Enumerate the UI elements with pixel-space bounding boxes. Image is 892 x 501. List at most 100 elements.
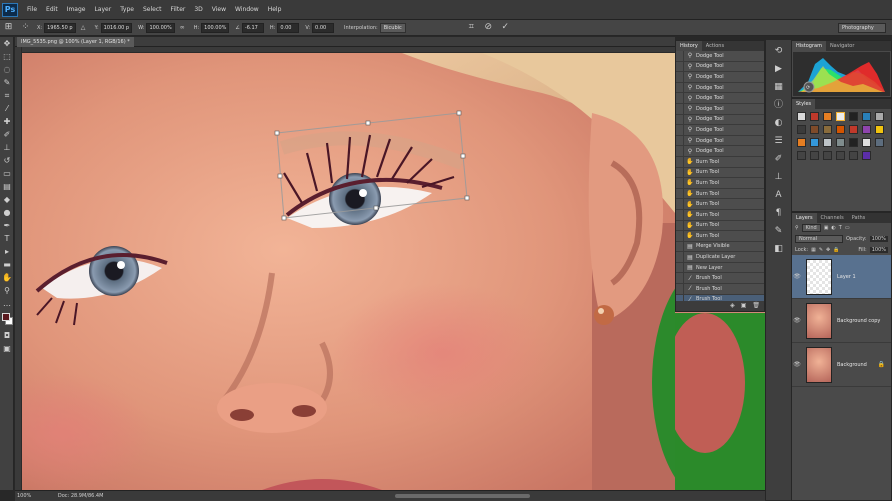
style-swatch[interactable] <box>797 151 806 160</box>
style-swatch[interactable] <box>822 138 832 147</box>
history-item[interactable]: ⚲ Dodge Tool <box>676 71 764 83</box>
style-swatch[interactable] <box>848 125 858 134</box>
trash-icon[interactable]: 🗑 <box>752 301 760 311</box>
filter-shape-icon[interactable]: ▭ <box>845 225 850 231</box>
menu-type[interactable]: Type <box>120 6 134 13</box>
style-swatch[interactable] <box>848 151 858 160</box>
style-swatch[interactable] <box>809 151 819 160</box>
tool-preset-icon[interactable]: ⊞ <box>3 22 14 33</box>
quick-select-tool-icon[interactable]: ✎ <box>1 77 13 89</box>
paragraph-icon[interactable]: ¶ <box>771 206 787 220</box>
opacity-field[interactable]: 100% <box>869 235 888 242</box>
history-source-checkbox[interactable] <box>676 283 684 294</box>
lock-paint-icon[interactable]: ✎ <box>819 247 823 253</box>
dodge-tool-icon[interactable]: ● <box>1 207 13 219</box>
menu-filter[interactable]: Filter <box>171 6 186 13</box>
style-swatch[interactable] <box>835 125 845 134</box>
style-swatch[interactable] <box>861 125 871 134</box>
history-source-checkbox[interactable] <box>676 103 684 114</box>
history-source-checkbox[interactable] <box>676 262 684 273</box>
tab-styles[interactable]: Styles <box>792 99 816 109</box>
style-swatch[interactable] <box>874 112 884 121</box>
link-delta-icon[interactable]: △ <box>78 22 89 33</box>
style-swatch[interactable] <box>861 138 871 147</box>
swatches-icon[interactable]: ▦ <box>771 80 787 94</box>
style-swatch[interactable] <box>822 125 832 134</box>
style-swatch[interactable] <box>797 125 806 134</box>
tab-actions[interactable]: Actions <box>702 41 728 51</box>
style-swatch[interactable] <box>848 112 858 121</box>
hand-tool-icon[interactable]: ✋ <box>1 272 13 284</box>
layer-row-background[interactable]: 👁 Background 🔒 <box>792 343 891 387</box>
style-swatch[interactable] <box>809 138 819 147</box>
info-icon[interactable]: ⓘ <box>771 98 787 112</box>
interpolation-select[interactable]: Bicubic <box>379 22 406 33</box>
style-swatch[interactable] <box>848 138 858 147</box>
properties-icon[interactable]: ☰ <box>771 134 787 148</box>
history-item[interactable]: ✋ Burn Tool <box>676 220 764 232</box>
history-source-checkbox[interactable] <box>676 61 684 72</box>
menu-view[interactable]: View <box>212 6 226 13</box>
tab-navigator[interactable]: Navigator <box>826 41 858 51</box>
history-source-checkbox[interactable] <box>676 50 684 61</box>
quick-mask-icon[interactable]: ◘ <box>1 330 13 342</box>
menu-image[interactable]: Image <box>67 6 86 13</box>
zoom-tool-icon[interactable]: ⚲ <box>1 285 13 297</box>
history-brush-tool-icon[interactable]: ↺ <box>1 155 13 167</box>
history-item[interactable]: ✋ Burn Tool <box>676 188 764 200</box>
history-item[interactable]: ⚲ Dodge Tool <box>676 93 764 104</box>
history-panel-icon[interactable]: ⟲ <box>771 44 787 58</box>
history-source-checkbox[interactable] <box>676 188 684 199</box>
new-snapshot-icon[interactable]: ▣ <box>741 301 747 311</box>
marquee-tool-icon[interactable]: ⬚ <box>1 51 13 63</box>
h-field[interactable]: 100.00% <box>201 22 230 33</box>
clone-source-icon[interactable]: ⊥ <box>771 170 787 184</box>
history-item[interactable]: ⚲ Dodge Tool <box>676 114 764 126</box>
lock-pixels-icon[interactable]: ▦ <box>811 247 816 253</box>
pen-tool-icon[interactable]: ✒ <box>1 220 13 232</box>
zoom-level[interactable]: 100% <box>17 493 31 499</box>
extra-tools-icon[interactable]: … <box>1 298 13 310</box>
style-swatch[interactable] <box>797 138 806 147</box>
filter-adjust-icon[interactable]: ◐ <box>831 225 835 231</box>
fill-field[interactable]: 100% <box>869 246 888 253</box>
history-source-checkbox[interactable] <box>676 220 684 231</box>
w-field[interactable]: 100.00% <box>146 22 175 33</box>
history-source-checkbox[interactable] <box>676 114 684 125</box>
vskew-field[interactable]: 0.00 <box>312 22 335 33</box>
foreground-color[interactable] <box>2 313 10 321</box>
tab-histogram[interactable]: Histogram <box>792 41 826 51</box>
blend-mode-select[interactable]: Normal <box>795 234 843 243</box>
style-swatch[interactable] <box>822 112 832 121</box>
style-swatch[interactable] <box>835 138 845 147</box>
history-item[interactable]: ⚲ Dodge Tool <box>676 61 764 73</box>
history-source-checkbox[interactable] <box>676 135 684 146</box>
history-source-checkbox[interactable] <box>676 167 684 178</box>
warp-icon[interactable]: ⌗ <box>466 22 477 33</box>
document-tab[interactable]: IMG_5535.png @ 100% (Layer 1, RGB/16) * <box>17 37 134 47</box>
link-icon[interactable]: ∞ <box>177 22 188 33</box>
style-swatch[interactable] <box>874 125 884 134</box>
menu-layer[interactable]: Layer <box>94 6 111 13</box>
menu-select[interactable]: Select <box>143 6 162 13</box>
brush-presets-icon[interactable]: ✐ <box>771 152 787 166</box>
healing-tool-icon[interactable]: ✚ <box>1 116 13 128</box>
history-item[interactable]: ⁄ Brush Tool <box>676 283 764 295</box>
filter-type-icon[interactable]: T <box>839 225 842 231</box>
hskew-field[interactable]: 0.00 <box>277 22 300 33</box>
cancel-transform-icon[interactable]: ⊘ <box>483 22 494 33</box>
history-item[interactable]: ▤ Duplicate Layer <box>676 252 764 263</box>
menu-edit[interactable]: Edit <box>46 6 58 13</box>
document-canvas[interactable] <box>22 53 675 490</box>
type-tool-icon[interactable]: T <box>1 233 13 245</box>
eyedropper-tool-icon[interactable]: ⁄ <box>1 103 13 115</box>
filter-kind-select[interactable]: Kind <box>801 224 821 232</box>
lock-move-icon[interactable]: ✥ <box>826 247 830 253</box>
path-select-tool-icon[interactable]: ▸ <box>1 246 13 258</box>
history-item[interactable]: ⚲ Dodge Tool <box>676 103 764 115</box>
history-item[interactable]: ✋ Burn Tool <box>676 156 764 168</box>
y-field[interactable]: 1016.00 p <box>100 22 133 33</box>
style-swatch[interactable] <box>822 151 832 160</box>
tool-presets-icon[interactable]: ✎ <box>771 224 787 238</box>
history-source-checkbox[interactable] <box>676 146 684 157</box>
